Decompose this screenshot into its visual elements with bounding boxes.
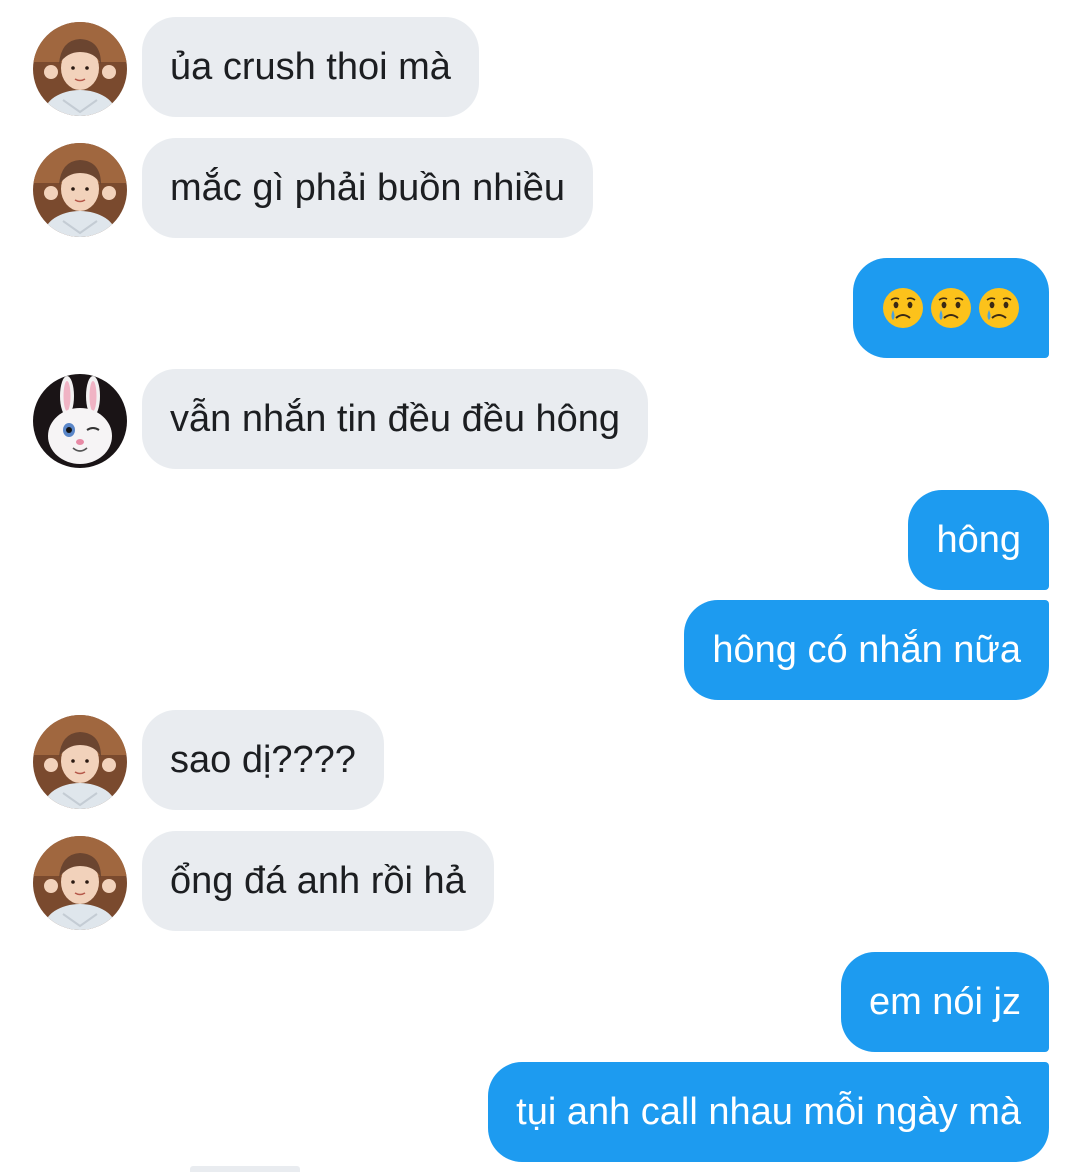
outgoing-message-bubble[interactable]: tụi anh call nhau mỗi ngày mà xyxy=(488,1062,1049,1162)
crying-face-icon xyxy=(977,286,1021,330)
message-text: tụi anh call nhau mỗi ngày mà xyxy=(516,1091,1021,1133)
incoming-message-bubble[interactable]: sao dị???? xyxy=(142,710,384,810)
sender-avatar[interactable] xyxy=(33,22,127,116)
sender-avatar[interactable] xyxy=(33,374,127,468)
sender-avatar[interactable] xyxy=(33,143,127,237)
message-text: em nói jz xyxy=(868,981,1021,1023)
message-text: vẫn nhắn tin đều đều hông xyxy=(170,398,621,440)
next-incoming-bubble-edge xyxy=(190,1166,300,1172)
person-avatar-icon xyxy=(33,715,127,809)
message-text: hông có nhắn nữa xyxy=(712,629,1021,671)
crying-face-icon xyxy=(881,286,925,330)
sender-avatar[interactable] xyxy=(33,836,127,930)
outgoing-message-bubble[interactable]: hông có nhắn nữa xyxy=(684,600,1049,700)
outgoing-message-bubble[interactable]: hông xyxy=(908,490,1049,590)
message-text: sao dị???? xyxy=(170,739,356,781)
message-text: mắc gì phải buồn nhiều xyxy=(170,167,566,209)
white-rabbit-avatar-icon xyxy=(33,374,127,468)
crying-face-icon xyxy=(929,286,973,330)
person-avatar-icon xyxy=(33,836,127,930)
message-text: ổng đá anh rồi hả xyxy=(170,860,466,902)
message-text: hông xyxy=(936,519,1021,561)
incoming-message-bubble[interactable]: ổng đá anh rồi hả xyxy=(142,831,494,931)
outgoing-message-bubble[interactable]: em nói jz xyxy=(840,952,1049,1052)
outgoing-emoji-bubble[interactable] xyxy=(853,258,1049,358)
sender-avatar[interactable] xyxy=(33,715,127,809)
chat-thread: ủa crush thoi mà mắc gì phải buồn nhiều … xyxy=(0,0,1080,1172)
message-text: ủa crush thoi mà xyxy=(170,46,451,88)
incoming-message-bubble[interactable]: mắc gì phải buồn nhiều xyxy=(142,138,594,238)
incoming-message-bubble[interactable]: ủa crush thoi mà xyxy=(142,17,479,117)
person-avatar-icon xyxy=(33,143,127,237)
person-avatar-icon xyxy=(33,22,127,116)
incoming-message-bubble[interactable]: vẫn nhắn tin đều đều hông xyxy=(142,369,649,469)
